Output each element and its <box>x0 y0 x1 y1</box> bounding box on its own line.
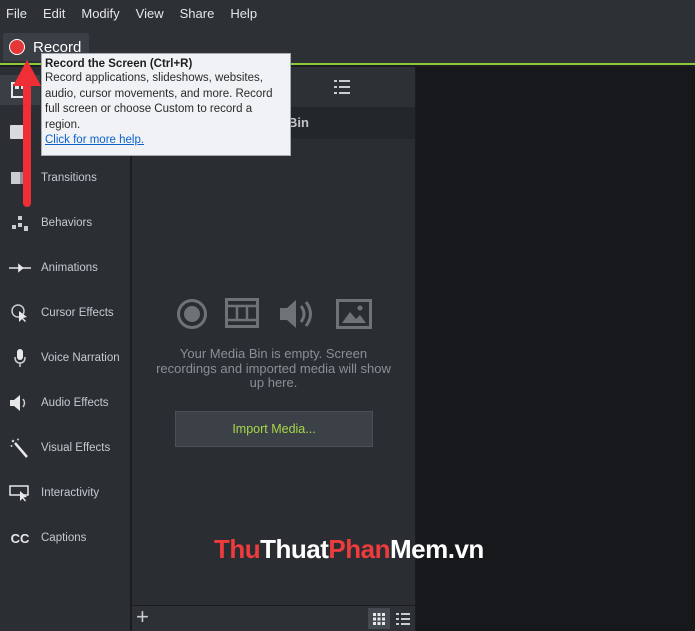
bin-title: Bin <box>288 115 309 130</box>
audio-icon <box>280 300 312 328</box>
record-tooltip: Record the Screen (Ctrl+R) Record applic… <box>41 53 291 156</box>
watermark-part-1: Thu <box>214 534 261 564</box>
menu-modify[interactable]: Modify <box>81 6 119 21</box>
sidebar-item-behaviors[interactable]: Behaviors <box>0 208 131 238</box>
sidebar-item-audio-effects[interactable]: Audio Effects <box>0 388 131 418</box>
sidebar-label-visual-effects: Visual Effects <box>41 442 111 454</box>
interactivity-icon <box>9 482 31 504</box>
magic-wand-icon <box>9 437 31 459</box>
video-icon <box>225 298 259 328</box>
sidebar-label-audio-effects: Audio Effects <box>41 397 109 409</box>
menu-edit[interactable]: Edit <box>43 6 65 21</box>
thumbnail-view-button[interactable] <box>368 608 390 629</box>
sidebar-item-cursor-effects[interactable]: Cursor Effects <box>0 298 131 328</box>
details-view-icon[interactable] <box>396 612 410 626</box>
sidebar-item-animations[interactable]: Animations <box>0 253 131 283</box>
speaker-icon <box>9 392 31 414</box>
menu-file[interactable]: File <box>6 6 27 21</box>
sidebar-label-behaviors: Behaviors <box>41 217 93 229</box>
sidebar-label-animations: Animations <box>41 262 98 274</box>
sidebar-label-interactivity: Interactivity <box>41 487 100 499</box>
menu-bar: File Edit Modify View Share Help <box>0 0 695 27</box>
sidebar-item-voice-narration[interactable]: Voice Narration <box>0 343 131 373</box>
captions-icon: CC <box>10 530 30 546</box>
grid-icon <box>373 612 385 625</box>
bin-bottom-bar: + <box>132 604 415 631</box>
add-icon[interactable]: + <box>136 604 149 630</box>
menu-help[interactable]: Help <box>230 6 257 21</box>
watermark-part-5: .vn <box>447 534 485 564</box>
watermark-part-2: Thuat <box>260 534 329 564</box>
sidebar-item-interactivity[interactable]: Interactivity <box>0 478 131 508</box>
tooltip-body: Record applications, slideshows, website… <box>45 72 273 131</box>
sidebar-label-cursor-effects: Cursor Effects <box>41 307 114 319</box>
recording-icon <box>177 299 207 329</box>
cursor-effects-icon <box>9 302 31 324</box>
image-icon <box>336 299 372 329</box>
sidebar-label-voice-narration: Voice Narration <box>41 352 120 364</box>
bin-empty-message: Your Media Bin is empty. Screen recordin… <box>156 346 391 390</box>
microphone-icon <box>9 347 31 369</box>
watermark-part-4: Mem <box>390 534 448 564</box>
record-dot-icon <box>9 39 25 55</box>
animations-icon <box>9 257 31 279</box>
sidebar-label-captions: Captions <box>41 532 87 544</box>
sidebar-label-transitions: Transitions <box>41 172 97 184</box>
menu-share[interactable]: Share <box>180 6 215 21</box>
watermark-part-3: Phan <box>328 534 390 564</box>
sidebar-item-captions[interactable]: CC Captions <box>0 523 131 553</box>
watermark-logo: ThuThuatPhanMem.vn <box>214 534 484 565</box>
list-view-icon[interactable] <box>334 79 350 95</box>
tooltip-help-link[interactable]: Click for more help. <box>45 134 287 146</box>
behaviors-icon <box>9 212 31 234</box>
tooltip-title: Record the Screen (Ctrl+R) <box>45 58 193 70</box>
bin-empty-icons <box>174 296 374 332</box>
import-media-button[interactable]: Import Media... <box>175 411 373 447</box>
menu-view[interactable]: View <box>136 6 164 21</box>
annotation-arrow-icon <box>13 60 41 207</box>
sidebar-item-visual-effects[interactable]: Visual Effects <box>0 433 131 463</box>
